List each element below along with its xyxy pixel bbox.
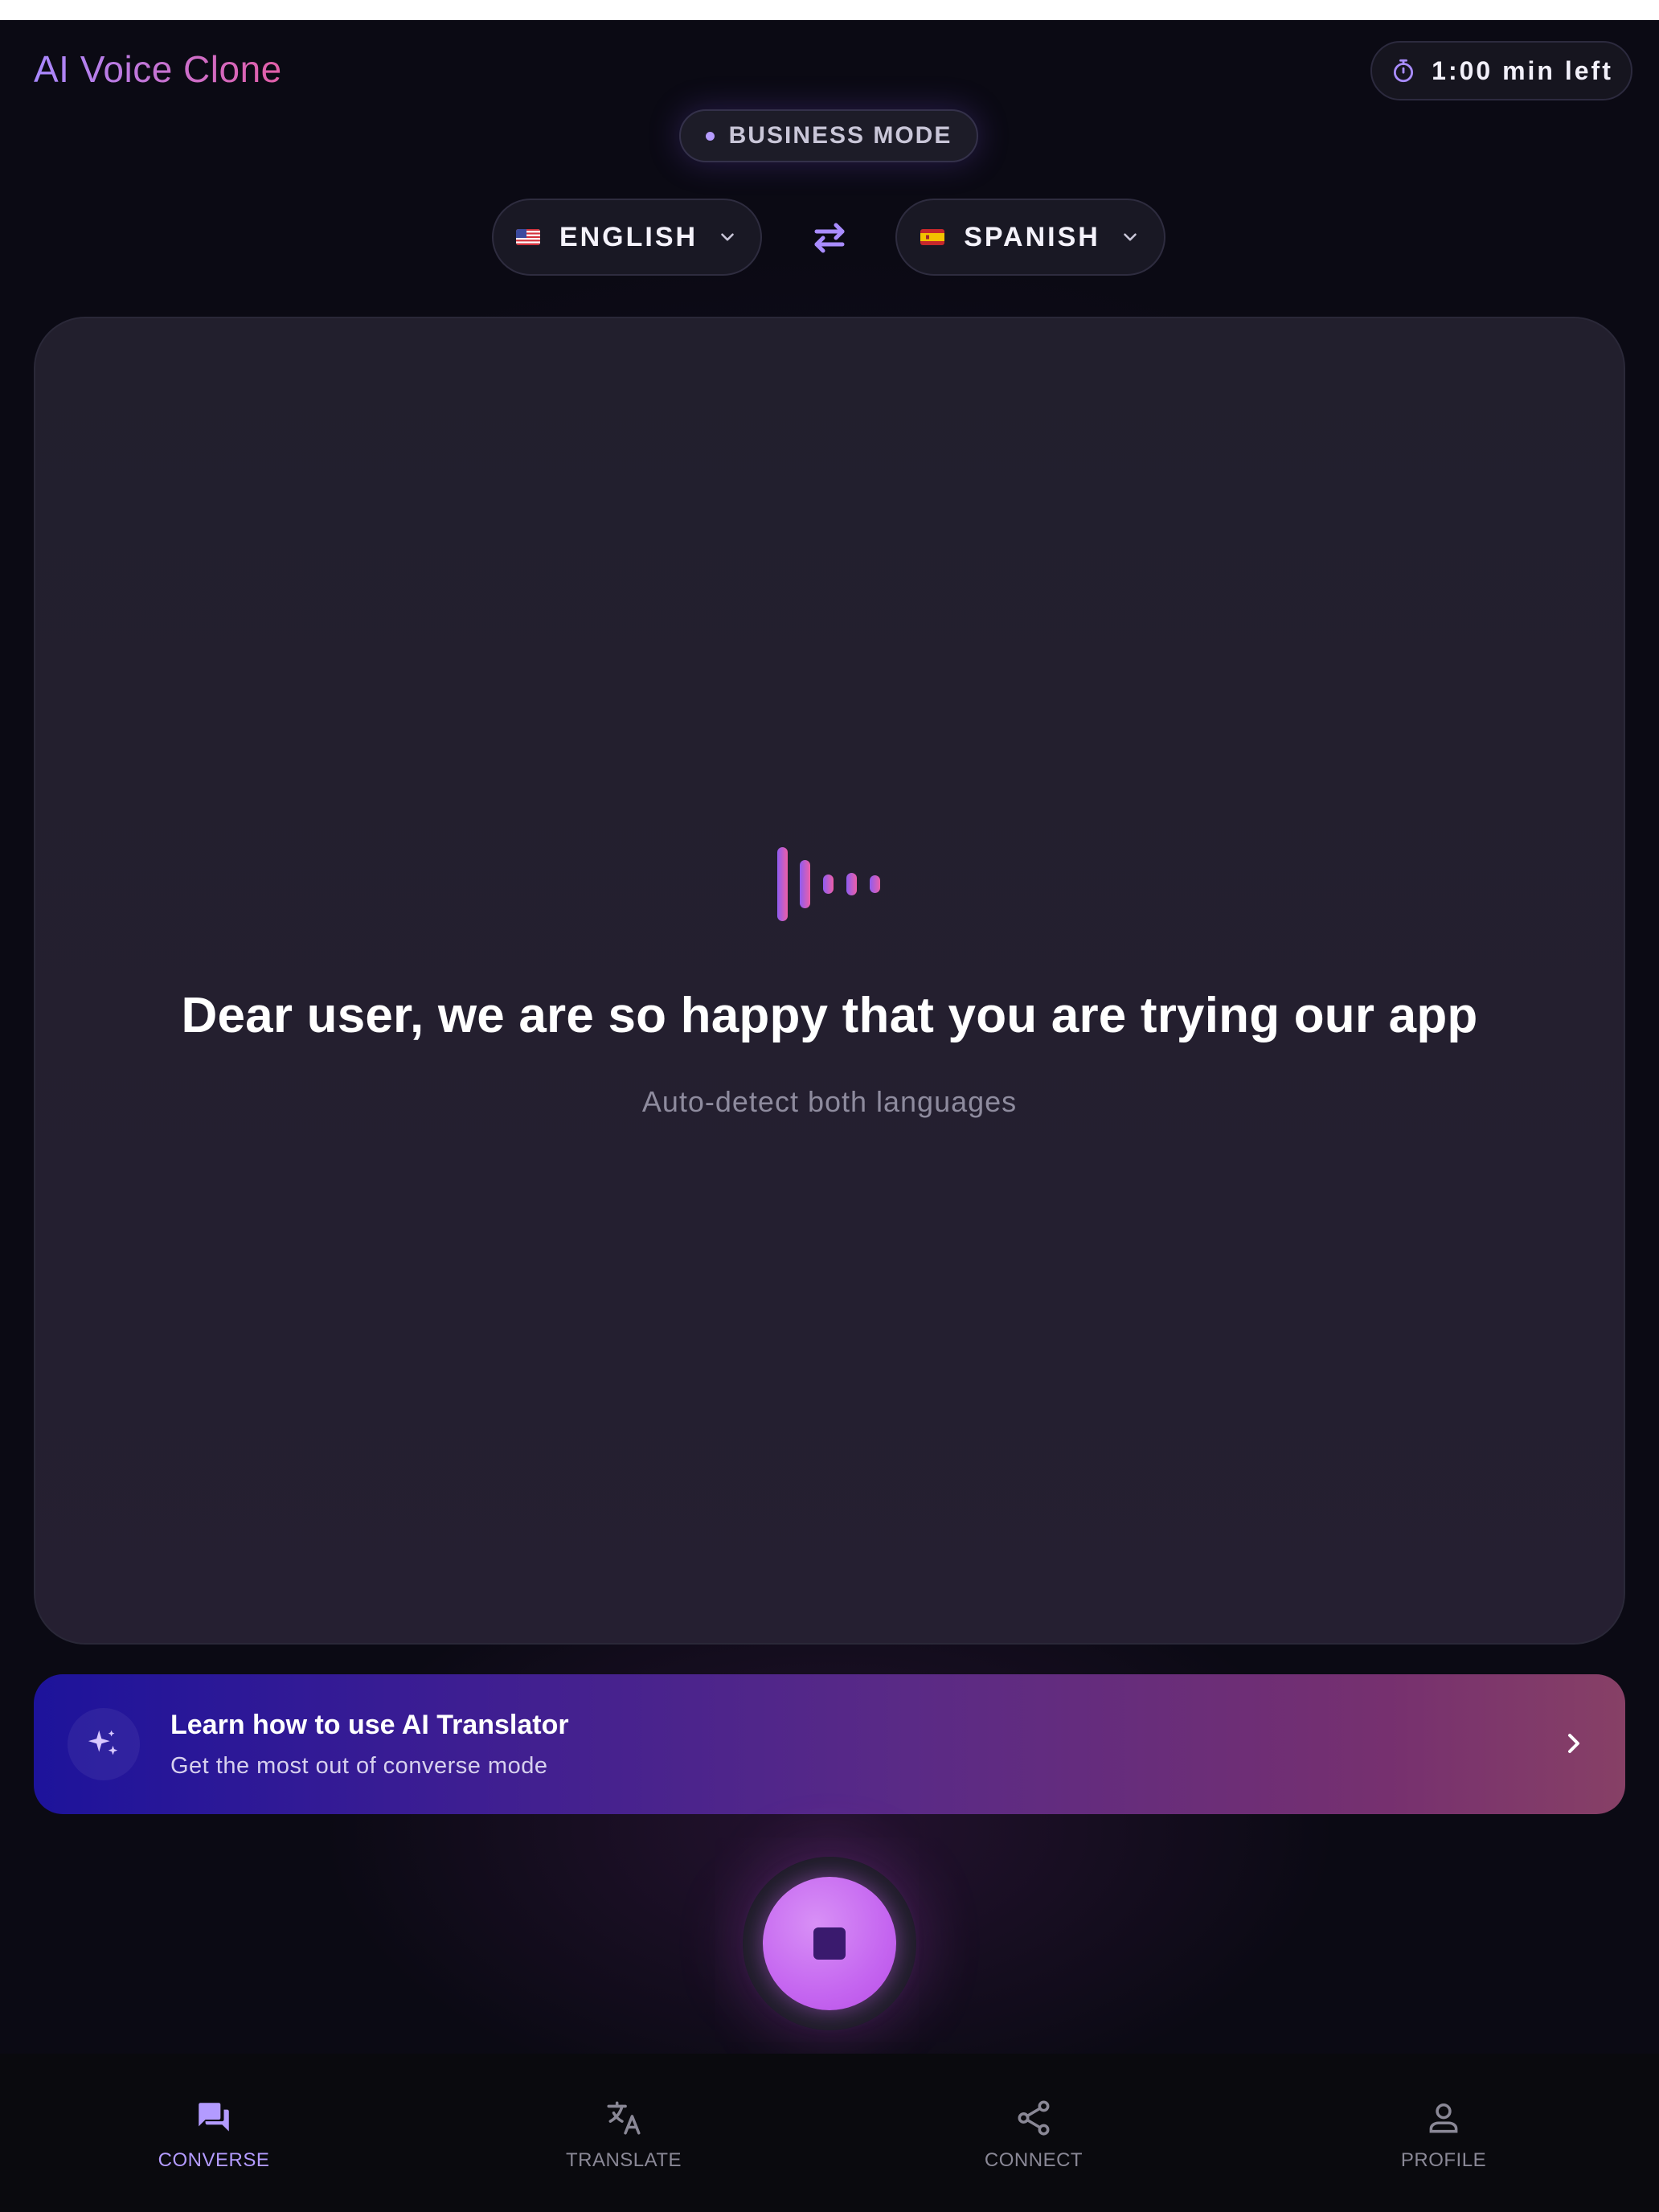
time-remaining-badge[interactable]: 1:00 min left: [1370, 41, 1632, 100]
status-bar: [0, 0, 1659, 20]
source-language-label: ENGLISH: [559, 221, 698, 252]
nav-label-converse: CONVERSE: [158, 2149, 270, 2171]
chevron-down-icon: [1124, 233, 1137, 241]
mode-dot-icon: [705, 131, 715, 141]
share-icon: [1018, 2100, 1050, 2136]
business-mode-badge[interactable]: BUSINESS MODE: [679, 109, 978, 162]
target-language-selector[interactable]: SPANISH: [895, 199, 1165, 276]
es-flag-icon: [920, 229, 945, 245]
conversation-card: [34, 317, 1625, 1645]
record-stop-button[interactable]: [743, 1857, 916, 2030]
translate-icon: [607, 2101, 641, 2135]
banner-title: Learn how to use AI Translator: [170, 1710, 569, 1740]
stopwatch-icon: [1394, 59, 1414, 83]
app-title: AI Voice Clone: [34, 48, 282, 90]
nav-label-profile: PROFILE: [1400, 2149, 1487, 2171]
source-language-selector[interactable]: ENGLISH: [492, 199, 762, 276]
auto-detect-text: Auto-detect both languages: [641, 1085, 1018, 1118]
time-remaining-text: 1:00 min left: [1432, 55, 1613, 85]
nav-label-translate: TRANSLATE: [565, 2149, 682, 2171]
record-button-core: [763, 1877, 896, 2010]
nav-item-connect[interactable]: CONNECT: [913, 2098, 1154, 2186]
nav-item-translate[interactable]: TRANSLATE: [503, 2098, 744, 2186]
learn-translator-banner[interactable]: Learn how to use AI Translator Get the m…: [34, 1674, 1625, 1814]
mode-label: BUSINESS MODE: [728, 122, 952, 149]
nav-label-connect: CONNECT: [984, 2149, 1083, 2171]
us-flag-icon: [515, 229, 540, 245]
chevron-down-icon: [721, 233, 734, 241]
target-language-label: SPANISH: [964, 221, 1100, 252]
bottom-navigation: CONVERSE TRANSLATE CONNECT PROFILE: [0, 2054, 1659, 2212]
greeting-text: Dear user, we are so happy that you are …: [181, 988, 1478, 1043]
stop-icon: [813, 1927, 846, 1960]
nav-item-profile[interactable]: PROFILE: [1323, 2098, 1564, 2186]
chevron-right-icon: [1568, 1734, 1579, 1753]
sparkles-icon: [88, 1730, 118, 1755]
sparkles-icon-badge: [68, 1708, 140, 1780]
banner-subtitle: Get the most out of converse mode: [170, 1753, 548, 1779]
audio-wave-icon: [777, 847, 880, 921]
person-icon: [1429, 2103, 1458, 2133]
swap-arrows-icon[interactable]: [809, 219, 850, 257]
nav-item-converse[interactable]: CONVERSE: [93, 2098, 334, 2186]
chat-bubbles-icon: [199, 2103, 229, 2132]
